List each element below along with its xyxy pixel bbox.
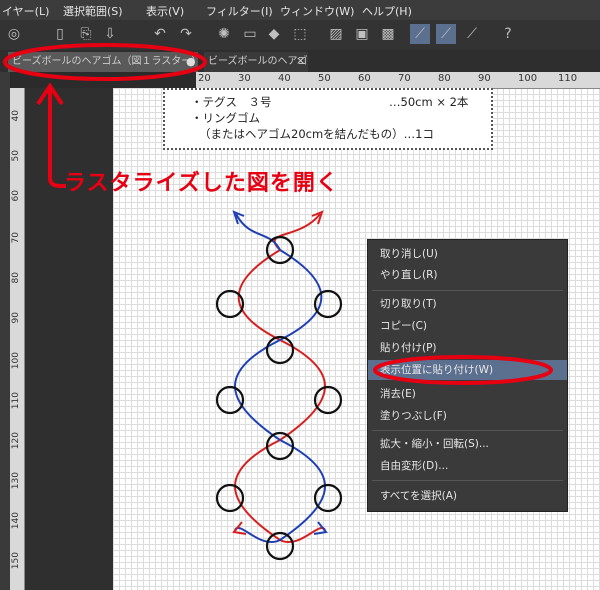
- menu-highlight-ellipse: [373, 355, 553, 385]
- bead: [265, 431, 295, 461]
- left-palette-strip[interactable]: [0, 72, 10, 590]
- menu-item-copy[interactable]: コピー(C): [380, 316, 427, 336]
- snap-grid-icon[interactable]: ⟋: [462, 24, 482, 44]
- ruler-tick: 120: [11, 432, 21, 450]
- bead: [313, 483, 343, 513]
- menubar: イヤー(L) 選択範囲(S) 表示(V) フィルター(I) ウィンドウ(W) ヘ…: [0, 0, 600, 20]
- bead: [215, 483, 245, 513]
- material-line: ・テグス ３号: [191, 95, 272, 109]
- materials-list: ・テグス ３号 …50cm × 2本 ・リングゴム （またはヘアゴム20cmを結…: [163, 88, 493, 150]
- vertical-ruler: 40 50 60 70 80 90 100 110 120 130 140 15…: [10, 88, 25, 590]
- ruler-tick: 40: [11, 110, 21, 122]
- menu-view[interactable]: 表示(V): [146, 3, 184, 19]
- ruler-tick: 60: [358, 73, 371, 84]
- clear-icon[interactable]: ▭: [240, 24, 260, 44]
- deselect-icon[interactable]: ▨: [326, 24, 346, 44]
- ruler-tick: 140: [11, 512, 21, 530]
- menu-window[interactable]: ウィンドウ(W): [280, 3, 354, 19]
- bead: [313, 289, 343, 319]
- ruler-tick: 50: [11, 150, 21, 162]
- tab-label: ビーズボールのヘアゴ: [208, 56, 308, 67]
- invert-selection-icon[interactable]: ▣: [352, 24, 372, 44]
- snap-special-ruler-icon[interactable]: ⟋: [436, 24, 456, 44]
- menu-separator: [372, 430, 563, 431]
- ruler-tick: 40: [278, 73, 291, 84]
- annotation-text: ラスタライズした図を開く: [64, 171, 339, 196]
- ruler-tick: 90: [478, 73, 491, 84]
- help-icon[interactable]: ?: [498, 24, 518, 44]
- bead: [265, 531, 295, 561]
- ruler-tick: 130: [11, 472, 21, 490]
- menu-help[interactable]: ヘルプ(H): [362, 3, 412, 19]
- ruler-tick: 20: [198, 73, 211, 84]
- material-line: ・リングゴム: [191, 111, 260, 125]
- menu-item-scale-rotate[interactable]: 拡大・縮小・回転(S)...: [380, 434, 489, 454]
- menu-item-cut[interactable]: 切り取り(T): [380, 294, 437, 314]
- annotation-arrow: [36, 82, 66, 188]
- ruler-tick: 60: [11, 190, 21, 202]
- ruler-tick: 70: [11, 232, 21, 244]
- menu-item-select-all[interactable]: すべてを選択(A): [380, 486, 457, 506]
- transform-icon[interactable]: ⬚: [290, 24, 310, 44]
- snap-ruler-icon[interactable]: ⟋: [410, 24, 430, 44]
- menu-selection[interactable]: 選択範囲(S): [63, 3, 123, 19]
- menu-item-undo[interactable]: 取り消し(U): [380, 244, 438, 264]
- menu-item-redo[interactable]: やり直し(R): [380, 265, 438, 285]
- ruler-tick: 100: [11, 352, 21, 370]
- close-icon[interactable]: ×: [296, 54, 305, 67]
- ruler-tick: 150: [11, 552, 21, 570]
- menu-filter[interactable]: フィルター(I): [206, 3, 273, 19]
- tab-highlight-ellipse: [3, 43, 207, 81]
- menu-separator: [372, 290, 563, 291]
- selection-show-icon[interactable]: ▩: [378, 24, 398, 44]
- horizontal-ruler: 20 30 40 50 60 70 80 90 100 110: [196, 72, 600, 89]
- menu-layer[interactable]: イヤー(L): [2, 3, 49, 19]
- ruler-tick: 110: [11, 392, 21, 410]
- bead-diagram: [215, 210, 343, 561]
- ruler-tick: 90: [11, 312, 21, 324]
- ruler-tick: 110: [558, 73, 578, 84]
- ruler-tick: 50: [318, 73, 331, 84]
- menu-separator: [372, 480, 563, 481]
- menu-item-fill[interactable]: 塗りつぶし(F): [380, 406, 447, 426]
- ruler-tick: 100: [518, 73, 538, 84]
- ruler-tick: 80: [438, 73, 451, 84]
- ruler-tick: 70: [398, 73, 411, 84]
- material-quantity: …50cm × 2本: [389, 95, 469, 109]
- menu-item-free-transform[interactable]: 自由変形(D)...: [380, 456, 448, 476]
- material-line: （またはヘアゴム20cmを結んだもの）…1コ: [199, 127, 434, 141]
- bead: [313, 385, 343, 415]
- fill-icon[interactable]: ◆: [264, 24, 284, 44]
- ruler-tick: 80: [11, 272, 21, 284]
- ruler-tick: 30: [238, 73, 251, 84]
